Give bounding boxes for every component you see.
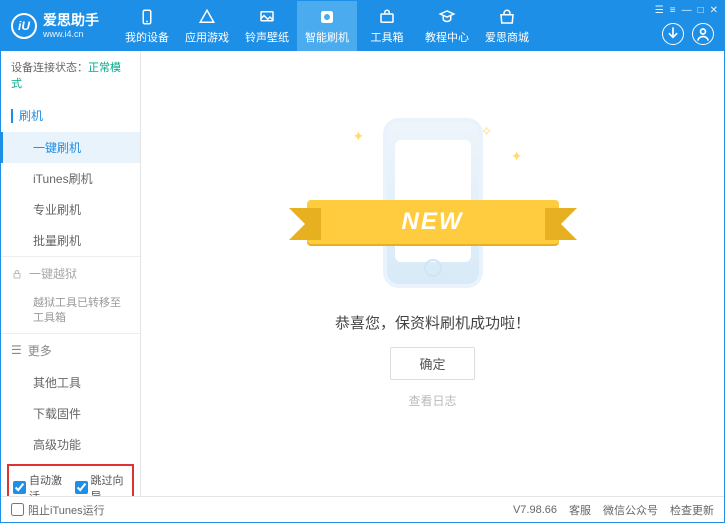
auto-activate-checkbox[interactable]: 自动激活: [13, 472, 67, 496]
nav-flash[interactable]: 智能刷机: [297, 1, 357, 51]
store-icon: [498, 8, 516, 26]
footer: 阻止iTunes运行 V7.98.66 客服 微信公众号 检查更新: [1, 496, 724, 522]
version-label: V7.98.66: [513, 504, 557, 516]
body: 设备连接状态：正常模式 刷机 一键刷机 iTunes刷机 专业刷机 批量刷机 一…: [1, 51, 724, 496]
jailbreak-note: 越狱工具已转移至工具箱: [1, 290, 140, 333]
sidebar-item-pro[interactable]: 专业刷机: [1, 194, 140, 225]
download-button[interactable]: [662, 23, 684, 45]
sidebar-item-advanced[interactable]: 高级功能: [1, 429, 140, 460]
tutorial-icon: [438, 8, 456, 26]
pin-icon[interactable]: ≡: [670, 5, 676, 16]
sidebar-item-batch[interactable]: 批量刷机: [1, 225, 140, 256]
minimize-icon[interactable]: —: [682, 5, 692, 16]
options-highlighted: 自动激活 跳过向导: [7, 464, 134, 496]
skip-guide-checkbox[interactable]: 跳过向导: [75, 472, 129, 496]
nav-store[interactable]: 爱思商城: [477, 1, 537, 51]
nav-ringtones[interactable]: 铃声壁纸: [237, 1, 297, 51]
phone-icon: [138, 8, 156, 26]
service-link[interactable]: 客服: [569, 502, 591, 518]
block-itunes-checkbox[interactable]: 阻止iTunes运行: [11, 502, 105, 518]
window-controls: ☰ ≡ — □ ✕: [655, 5, 718, 16]
top-nav: 我的设备 应用游戏 铃声壁纸 智能刷机 工具箱 教程中心 爱思商城: [117, 1, 537, 51]
titlebar: iU 爱思助手 www.i4.cn 我的设备 应用游戏 铃声壁纸 智能刷机 工具…: [1, 1, 724, 51]
success-message: 恭喜您，保资料刷机成功啦！: [335, 312, 530, 333]
header-actions: [662, 23, 714, 45]
section-more-header[interactable]: ☰更多: [1, 334, 140, 367]
nav-toolbox[interactable]: 工具箱: [357, 1, 417, 51]
apps-icon: [198, 8, 216, 26]
connection-status: 设备连接状态：正常模式: [1, 51, 140, 99]
sidebar: 设备连接状态：正常模式 刷机 一键刷机 iTunes刷机 专业刷机 批量刷机 一…: [1, 51, 141, 496]
view-log-link[interactable]: 查看日志: [408, 392, 456, 409]
menu-icon[interactable]: ☰: [655, 5, 664, 16]
section-jailbreak-header: 一键越狱: [1, 257, 140, 290]
section-flash-header[interactable]: 刷机: [1, 99, 140, 132]
app-url: www.i4.cn: [43, 29, 99, 40]
user-button[interactable]: [692, 23, 714, 45]
main-content: ✦ ✦ ✦ ✧ NEW 恭喜您，保资料刷机成功啦！ 确定 查看日志: [141, 51, 724, 496]
nav-tutorials[interactable]: 教程中心: [417, 1, 477, 51]
ok-button[interactable]: 确定: [390, 347, 474, 380]
wallpaper-icon: [258, 8, 276, 26]
logo-icon: iU: [11, 13, 37, 39]
nav-my-device[interactable]: 我的设备: [117, 1, 177, 51]
app-window: iU 爱思助手 www.i4.cn 我的设备 应用游戏 铃声壁纸 智能刷机 工具…: [0, 0, 725, 523]
update-link[interactable]: 检查更新: [670, 502, 714, 518]
success-illustration: ✦ ✦ ✦ ✧ NEW: [333, 118, 533, 298]
sparkle-icon: ✦: [511, 148, 523, 165]
sidebar-item-itunes[interactable]: iTunes刷机: [1, 163, 140, 194]
flash-icon: [318, 8, 336, 26]
new-ribbon: NEW: [307, 200, 559, 244]
lock-icon: [11, 268, 23, 280]
sidebar-item-other[interactable]: 其他工具: [1, 367, 140, 398]
toolbox-icon: [378, 8, 396, 26]
sparkle-icon: ✦: [353, 128, 365, 145]
wechat-link[interactable]: 微信公众号: [603, 502, 658, 518]
close-icon[interactable]: ✕: [710, 5, 718, 16]
sidebar-item-firmware[interactable]: 下载固件: [1, 398, 140, 429]
logo: iU 爱思助手 www.i4.cn: [1, 12, 109, 40]
nav-apps[interactable]: 应用游戏: [177, 1, 237, 51]
sparkle-icon: ✧: [481, 123, 493, 140]
sidebar-item-oneclick[interactable]: 一键刷机: [1, 132, 140, 163]
app-title: 爱思助手: [43, 12, 99, 29]
maximize-icon[interactable]: □: [698, 5, 704, 16]
